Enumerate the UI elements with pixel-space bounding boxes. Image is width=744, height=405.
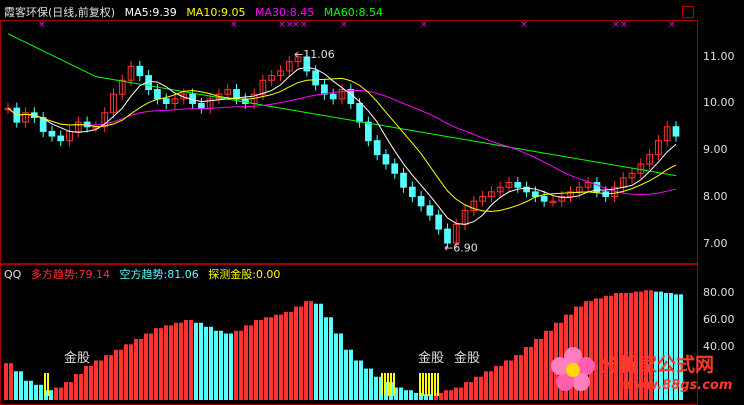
down-candle (426, 205, 434, 216)
down-candle (312, 70, 319, 86)
high-price-label: ←11.06 (294, 48, 335, 61)
down-candle (514, 182, 522, 188)
down-candle (136, 65, 144, 77)
buy-marker: × (38, 20, 46, 30)
down-candle (162, 98, 170, 104)
down-candle (356, 103, 363, 123)
logo-name: 分析家公式网 (600, 354, 715, 376)
gold-stock-label: 金股 (418, 350, 444, 366)
down-candle (373, 140, 381, 156)
down-candle (672, 126, 680, 137)
buy-marker: × (420, 20, 428, 30)
down-candle (48, 130, 56, 137)
buy-marker: × (340, 20, 348, 30)
gold-stock-label: 金股 (454, 350, 480, 366)
down-candle (400, 172, 407, 188)
down-candle (417, 196, 425, 207)
down-candle (329, 93, 337, 100)
down-candle (382, 154, 390, 165)
ma30-line (7, 89, 677, 195)
buy-marker: × (612, 20, 620, 30)
down-candle (198, 103, 205, 109)
low-price-label: ←6.90 (444, 242, 478, 255)
gold-stock-label: 金股 (64, 350, 90, 366)
down-candle (540, 196, 548, 202)
logo-url[interactable]: www.88gs.com (622, 378, 732, 393)
down-candle (365, 121, 372, 142)
buy-marker: × (230, 20, 238, 30)
down-candle (321, 84, 328, 95)
ma60-line (7, 33, 677, 177)
buy-marker: × (292, 20, 300, 30)
buy-marker: × (278, 20, 286, 30)
down-candle (408, 186, 416, 197)
down-candle (154, 89, 161, 100)
down-candle (435, 214, 443, 230)
buy-marker: × (300, 20, 308, 30)
down-candle (57, 135, 65, 142)
buy-marker: × (520, 20, 528, 30)
down-candle (391, 163, 399, 174)
buy-marker: × (668, 20, 676, 30)
down-candle (532, 191, 539, 198)
stock-chart-window: 霞客环保(日线,前复权) MA5:9.39 MA10:9.05 MA30:8.4… (0, 0, 744, 405)
buy-marker: × (620, 20, 628, 30)
